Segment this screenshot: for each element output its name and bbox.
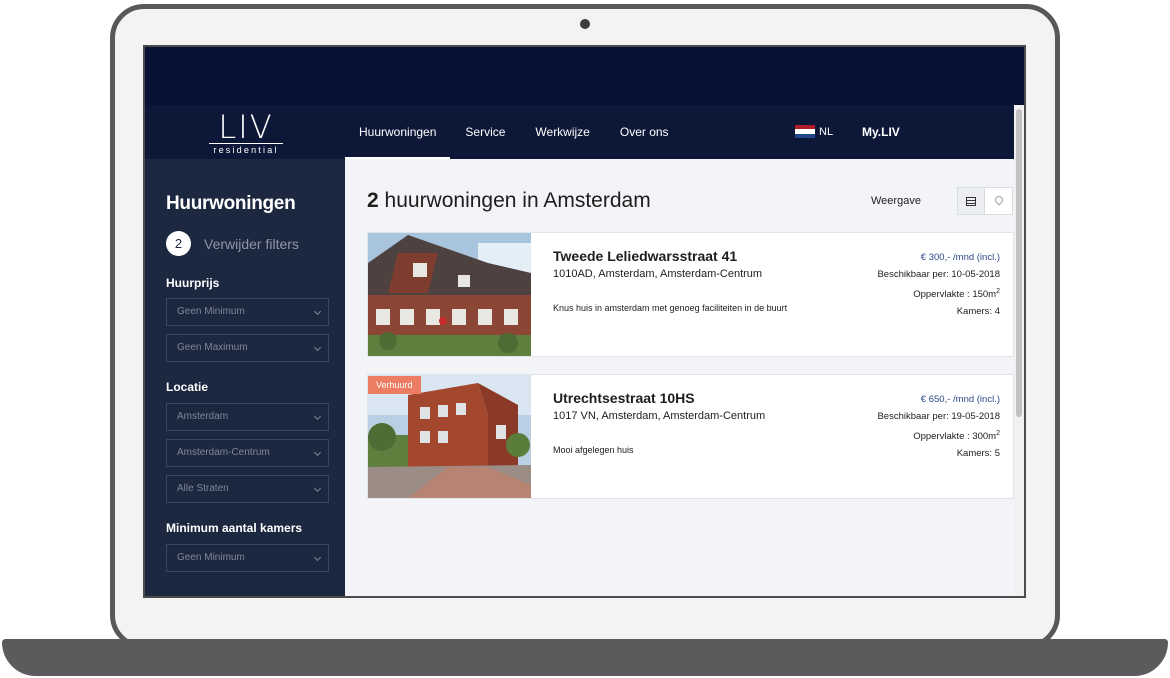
price-min-value: Geen Minimum (177, 306, 245, 317)
map-view-button[interactable] (985, 188, 1012, 214)
listing-card[interactable]: Verhuurd Utrechtsestraat 10HS 1017 VN, A… (367, 374, 1014, 499)
listing-area-text: Oppervlakte : 150m (913, 289, 997, 301)
city-value: Amsterdam (177, 411, 229, 422)
remove-filters-link[interactable]: Verwijder filters (204, 236, 299, 252)
logo-main-text: LIV (218, 108, 274, 146)
price-max-value: Geen Maximum (177, 342, 248, 353)
listing-area: Oppervlakte : 150m2 (877, 283, 1000, 303)
webcam (580, 19, 590, 29)
listing-name[interactable]: Utrechtsestraat 10HS (553, 390, 695, 406)
street-select[interactable]: Alle Straten (166, 475, 329, 503)
listing-area-text: Oppervlakte : 300m (913, 431, 997, 443)
scrollbar-thumb[interactable] (1016, 109, 1022, 417)
results-title: 2 huurwoningen in Amsterdam (367, 189, 651, 213)
district-select[interactable]: Amsterdam-Centrum (166, 439, 329, 467)
listing-rooms: Kamers: 5 (956, 448, 1000, 460)
sidebar-title: Huurwoningen (166, 193, 296, 214)
chevron-down-icon (313, 412, 322, 421)
listing-description: Knus huis in amsterdam met genoeg facili… (553, 303, 788, 313)
laptop-base (2, 639, 1168, 676)
rooms-min-value: Geen Minimum (177, 552, 245, 563)
nav-werkwijze[interactable]: Werkwijze (520, 105, 604, 159)
navbar: LIV residential Huurwoningen Service Wer… (145, 105, 1014, 159)
language-label: NL (819, 125, 834, 138)
filter-sidebar: Huurwoningen 2 Verwijder filters Huurpri… (145, 159, 345, 596)
logo-sub-text: residential (209, 143, 283, 155)
listing-price: € 650,- /mnd (incl.) (920, 394, 1000, 405)
listing-address: 1010AD, Amsterdam, Amsterdam-Centrum (553, 268, 763, 280)
results-title-text: huurwoningen in Amsterdam (384, 189, 651, 212)
listing-rooms: Kamers: 4 (956, 306, 1000, 318)
results-panel: 2 huurwoningen in Amsterdam Weergave Twe… (345, 159, 1014, 596)
chevron-down-icon (313, 448, 322, 457)
results-count: 2 (367, 189, 379, 212)
listing-price: € 300,- /mnd (incl.) (920, 252, 1000, 263)
district-value: Amsterdam-Centrum (177, 447, 270, 458)
map-pin-icon (992, 194, 1005, 206)
chevron-down-icon (313, 553, 322, 562)
listing-available: Beschikbaar per: 10-05-2018 (877, 269, 1000, 280)
listing-meta: € 300,- /mnd (incl.) Beschikbaar per: 10… (877, 249, 1000, 320)
location-label: Locatie (166, 380, 209, 394)
listing-available: Beschikbaar per: 19-05-2018 (877, 411, 1000, 422)
active-filters: 2 Verwijder filters (166, 231, 299, 256)
listing-area-unit: 2 (996, 288, 1000, 295)
nav-huurwoningen[interactable]: Huurwoningen (345, 105, 451, 159)
my-liv-link[interactable]: My.LIV (862, 125, 900, 139)
listing-photo[interactable] (368, 233, 531, 356)
listing-address: 1017 VN, Amsterdam, Amsterdam-Centrum (553, 410, 766, 422)
listing-area-unit: 2 (996, 430, 1000, 437)
house-photo-1 (368, 233, 531, 356)
price-max-select[interactable]: Geen Maximum (166, 334, 329, 362)
nav-service[interactable]: Service (450, 105, 520, 159)
city-select[interactable]: Amsterdam (166, 403, 329, 431)
chevron-down-icon (313, 343, 322, 352)
chevron-down-icon (313, 484, 322, 493)
rooms-min-select[interactable]: Geen Minimum (166, 544, 329, 572)
listing-name[interactable]: Tweede Leliedwarsstraat 41 (553, 248, 737, 264)
street-value: Alle Straten (177, 483, 229, 494)
language-switch[interactable]: NL (795, 125, 833, 138)
browser-top-area (145, 47, 1024, 105)
chevron-down-icon (313, 307, 322, 316)
screen: LIV residential Huurwoningen Service Wer… (143, 45, 1026, 598)
view-label: Weergave (871, 195, 921, 207)
view-toggle (957, 187, 1013, 215)
rooms-label: Minimum aantal kamers (166, 521, 303, 535)
scrollbar-track[interactable] (1014, 105, 1024, 596)
filter-count-badge: 2 (166, 231, 191, 256)
list-view-button[interactable] (958, 188, 986, 214)
liv-logo[interactable]: LIV residential (209, 111, 283, 155)
dutch-flag-icon (795, 125, 815, 138)
listing-photo[interactable]: Verhuurd (368, 375, 531, 498)
listing-area: Oppervlakte : 300m2 (877, 425, 1000, 445)
rented-badge: Verhuurd (368, 376, 421, 394)
main-nav: Huurwoningen Service Werkwijze Over ons (345, 105, 684, 159)
listing-meta: € 650,- /mnd (incl.) Beschikbaar per: 19… (877, 391, 1000, 462)
nav-over-ons[interactable]: Over ons (605, 105, 684, 159)
listing-card[interactable]: Tweede Leliedwarsstraat 41 1010AD, Amste… (367, 232, 1014, 357)
price-label: Huurprijs (166, 276, 220, 290)
listing-description: Mooi afgelegen huis (553, 445, 634, 455)
price-min-select[interactable]: Geen Minimum (166, 298, 329, 326)
list-icon (966, 196, 976, 206)
